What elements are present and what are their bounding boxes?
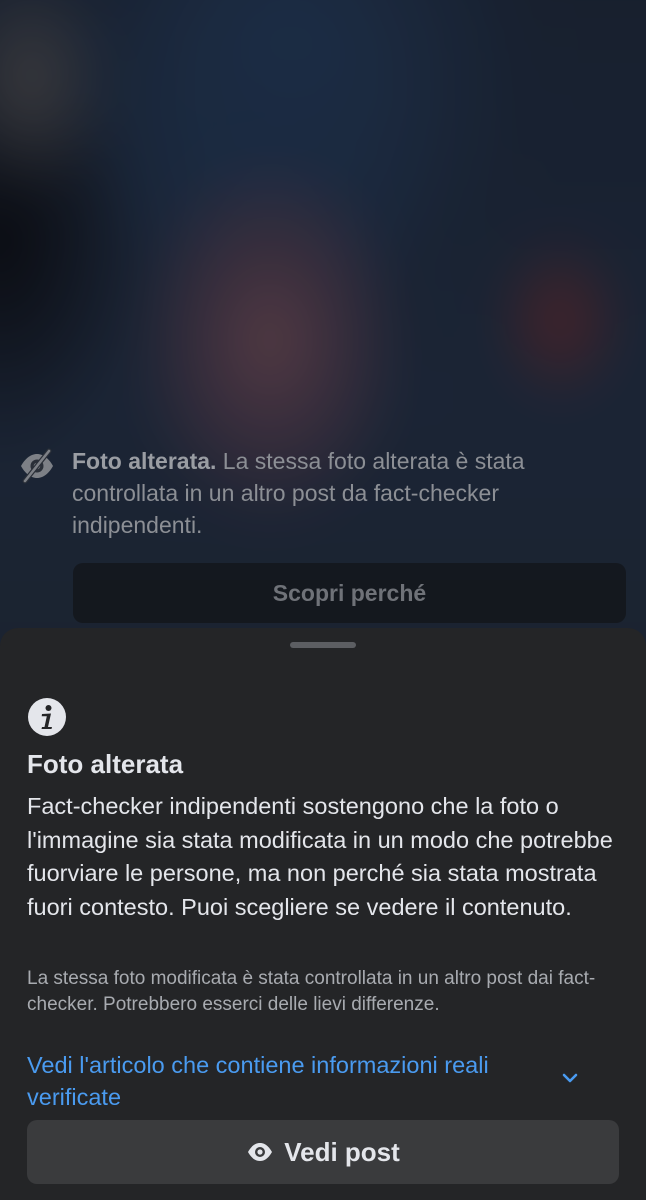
learn-why-button[interactable]: Scopri perché [73,563,626,623]
eye-icon [248,1143,273,1161]
warning-text: Foto alterata. La stessa foto alterata è… [72,445,618,541]
info-icon [28,698,66,736]
sheet-body-text: Fact-checker indipendenti sostengono che… [27,793,613,920]
sheet-title: Foto alterata [27,749,184,779]
screen: Foto alterata. La stessa foto alterata è… [0,0,646,1200]
warning-title: Foto alterata. [72,448,217,474]
eye-slash-icon [21,448,53,484]
sheet-grabber[interactable] [290,642,356,648]
view-post-button[interactable]: Vedi post [27,1120,619,1184]
view-post-label: Vedi post [284,1136,400,1167]
article-link[interactable]: Vedi l'articolo che contiene informazion… [27,1049,587,1113]
bottom-sheet: Foto alterata Fact-checker indipendenti … [0,628,646,1200]
altered-photo-warning: Foto alterata. La stessa foto alterata è… [18,445,618,541]
chevron-down-icon[interactable] [560,1068,580,1088]
sheet-note-text: La stessa foto modificata è stata contro… [27,968,596,1015]
